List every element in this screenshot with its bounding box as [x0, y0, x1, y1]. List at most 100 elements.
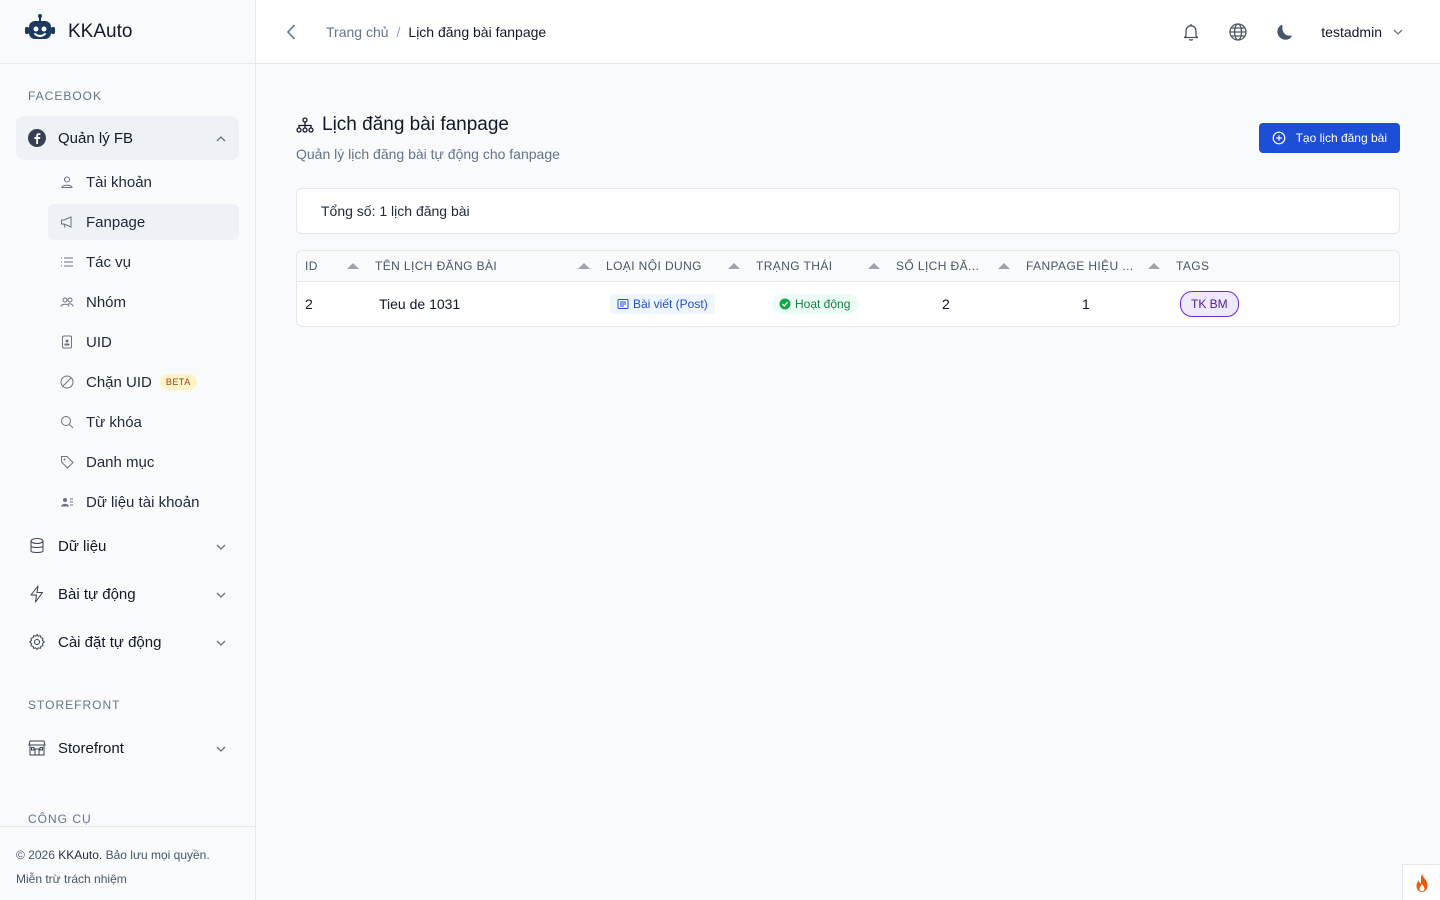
disclaimer-link[interactable]: Miễn trừ trách nhiệm — [16, 867, 239, 891]
brand-name: KKAuto — [68, 20, 133, 42]
user-menu[interactable]: testadmin — [1321, 24, 1404, 40]
nav-group-quan-ly-fb[interactable]: Quản lý FB — [16, 116, 239, 160]
beta-badge: BETA — [159, 374, 197, 390]
nav-group-label: Quản lý FB — [58, 129, 134, 147]
status-badge: Hoạt động — [772, 294, 860, 314]
sidebar-item-label: Chặn UID — [86, 373, 152, 391]
robot-logo-icon — [24, 13, 56, 50]
create-button-label: Tạo lịch đăng bài — [1295, 131, 1387, 145]
moon-icon[interactable] — [1275, 22, 1295, 42]
column-header-fanpage[interactable]: FANPAGE HIỆU ... — [1018, 251, 1168, 281]
page-title: Lịch đăng bài fanpage — [296, 114, 560, 136]
document-icon — [617, 299, 629, 309]
sidebar-item-tai-khoan[interactable]: Tài khoản — [48, 164, 239, 200]
sidebar-item-label: Tài khoản — [86, 173, 152, 191]
nav-group-du-lieu[interactable]: Dữ liệu — [16, 524, 239, 568]
nav-group-label: Storefront — [58, 739, 124, 757]
breadcrumb-separator: / — [396, 23, 401, 40]
sidebar-item-chan-uid[interactable]: Chặn UID BETA — [48, 364, 239, 400]
tag-icon — [60, 455, 74, 469]
sidebar-item-label: Danh mục — [86, 453, 155, 471]
bell-icon[interactable] — [1181, 22, 1201, 42]
sitemap-icon — [296, 117, 314, 133]
sidebar-item-label: Nhóm — [86, 293, 127, 311]
chevron-down-icon — [1393, 29, 1403, 35]
sort-icon — [347, 263, 359, 269]
main-content: Lịch đăng bài fanpage Quản lý lịch đăng … — [256, 64, 1440, 900]
nav-group-storefront[interactable]: Storefront — [16, 726, 239, 770]
sort-icon — [578, 263, 590, 269]
sidebar-footer: © 2026 KKAuto. Bảo lưu mọi quyền. Miễn t… — [0, 826, 255, 900]
sidebar-item-fanpage[interactable]: Fanpage — [48, 204, 239, 240]
brand[interactable]: KKAuto — [0, 0, 255, 64]
globe-icon[interactable] — [1228, 22, 1248, 42]
column-header-content-type[interactable]: LOẠI NỘI DUNG — [598, 251, 748, 281]
sidebar-item-tu-khoa[interactable]: Từ khóa — [48, 404, 239, 440]
column-header-status[interactable]: TRẠNG THÁI — [748, 251, 888, 281]
column-header-schedule-count[interactable]: SỐ LỊCH ĐĂ... — [888, 251, 1018, 281]
sort-icon — [1148, 263, 1160, 269]
top-header: Trang chủ / Lịch đăng bài fanpage testad… — [256, 0, 1440, 64]
back-button[interactable] — [282, 22, 302, 42]
store-icon — [28, 739, 46, 757]
id-card-icon — [60, 335, 74, 349]
chevron-down-icon — [215, 588, 227, 600]
cell-fanpage-count: 1 — [1082, 296, 1090, 312]
flame-icon[interactable] — [1402, 864, 1440, 900]
nav-group-label: Bài tự động — [58, 585, 136, 603]
gear-icon — [28, 633, 46, 651]
cell-name: Tieu de 1031 — [379, 296, 461, 312]
sidebar-item-label: Từ khóa — [86, 413, 142, 431]
section-label-cong-cu: CÔNG CỤ — [28, 812, 92, 826]
total-count-text: Tổng số: 1 lịch đăng bài — [321, 203, 470, 219]
check-circle-icon — [779, 298, 791, 310]
user-icon — [60, 175, 74, 189]
column-header-id[interactable]: ID — [297, 251, 367, 281]
cell-status: Hoạt động — [748, 294, 888, 314]
total-summary: Tổng số: 1 lịch đăng bài — [296, 188, 1400, 234]
content-type-badge: Bài viết (Post) — [610, 294, 715, 314]
sidebar-item-tac-vu[interactable]: Tác vụ — [48, 244, 239, 280]
section-label-facebook: FACEBOOK — [28, 89, 103, 103]
page-subtitle: Quản lý lịch đăng bài tự động cho fanpag… — [296, 146, 560, 162]
nav-group-cai-dat-tu-dong[interactable]: Cài đặt tự động — [16, 620, 239, 664]
sidebar-item-danh-muc[interactable]: Danh mục — [48, 444, 239, 480]
plus-circle-icon — [1272, 131, 1285, 145]
sidebar-item-label: Tác vụ — [86, 253, 132, 271]
nav-group-label: Cài đặt tự động — [58, 633, 162, 651]
sidebar-item-du-lieu-tai-khoan[interactable]: Dữ liệu tài khoản — [48, 484, 239, 520]
chevron-up-icon — [215, 132, 227, 144]
database-icon — [28, 537, 46, 555]
section-label-storefront: STOREFRONT — [28, 698, 121, 712]
breadcrumb-home[interactable]: Trang chủ — [326, 24, 389, 40]
facebook-icon — [28, 129, 46, 147]
page-title-text: Lịch đăng bài fanpage — [322, 114, 509, 135]
chevron-down-icon — [215, 742, 227, 754]
chevron-down-icon — [215, 636, 227, 648]
sidebar: KKAuto FACEBOOK Quản lý FB Tài khoản Fan… — [0, 0, 256, 900]
sort-icon — [868, 263, 880, 269]
table-row[interactable]: 2 Tieu de 1031 Bài viết (Post) Hoạt động… — [297, 282, 1399, 326]
search-icon — [60, 415, 74, 429]
username: testadmin — [1321, 23, 1382, 40]
sidebar-item-uid[interactable]: UID — [48, 324, 239, 360]
user-data-icon — [60, 495, 74, 509]
sidebar-item-label: UID — [86, 333, 112, 351]
sort-icon — [728, 263, 740, 269]
sidebar-item-nhom[interactable]: Nhóm — [48, 284, 239, 320]
chevron-down-icon — [215, 540, 227, 552]
copyright-text: © 2026 — [16, 848, 55, 862]
nav-group-label: Dữ liệu — [58, 537, 107, 555]
column-header-name[interactable]: TÊN LỊCH ĐĂNG BÀI — [367, 251, 598, 281]
cell-id: 2 — [305, 296, 313, 312]
block-icon — [60, 375, 74, 389]
users-icon — [60, 295, 74, 309]
sort-icon — [998, 263, 1010, 269]
tag-chip[interactable]: TK BM — [1180, 291, 1239, 317]
table-header: ID TÊN LỊCH ĐĂNG BÀI LOẠI NỘI DUNG TRẠNG… — [297, 251, 1399, 282]
nav-group-bai-tu-dong[interactable]: Bài tự động — [16, 572, 239, 616]
create-schedule-button[interactable]: Tạo lịch đăng bài — [1258, 123, 1400, 153]
sidebar-item-label: Dữ liệu tài khoản — [86, 493, 200, 511]
column-header-tags: TAGS — [1176, 259, 1210, 273]
rights-text: Bảo lưu mọi quyền. — [105, 848, 210, 862]
